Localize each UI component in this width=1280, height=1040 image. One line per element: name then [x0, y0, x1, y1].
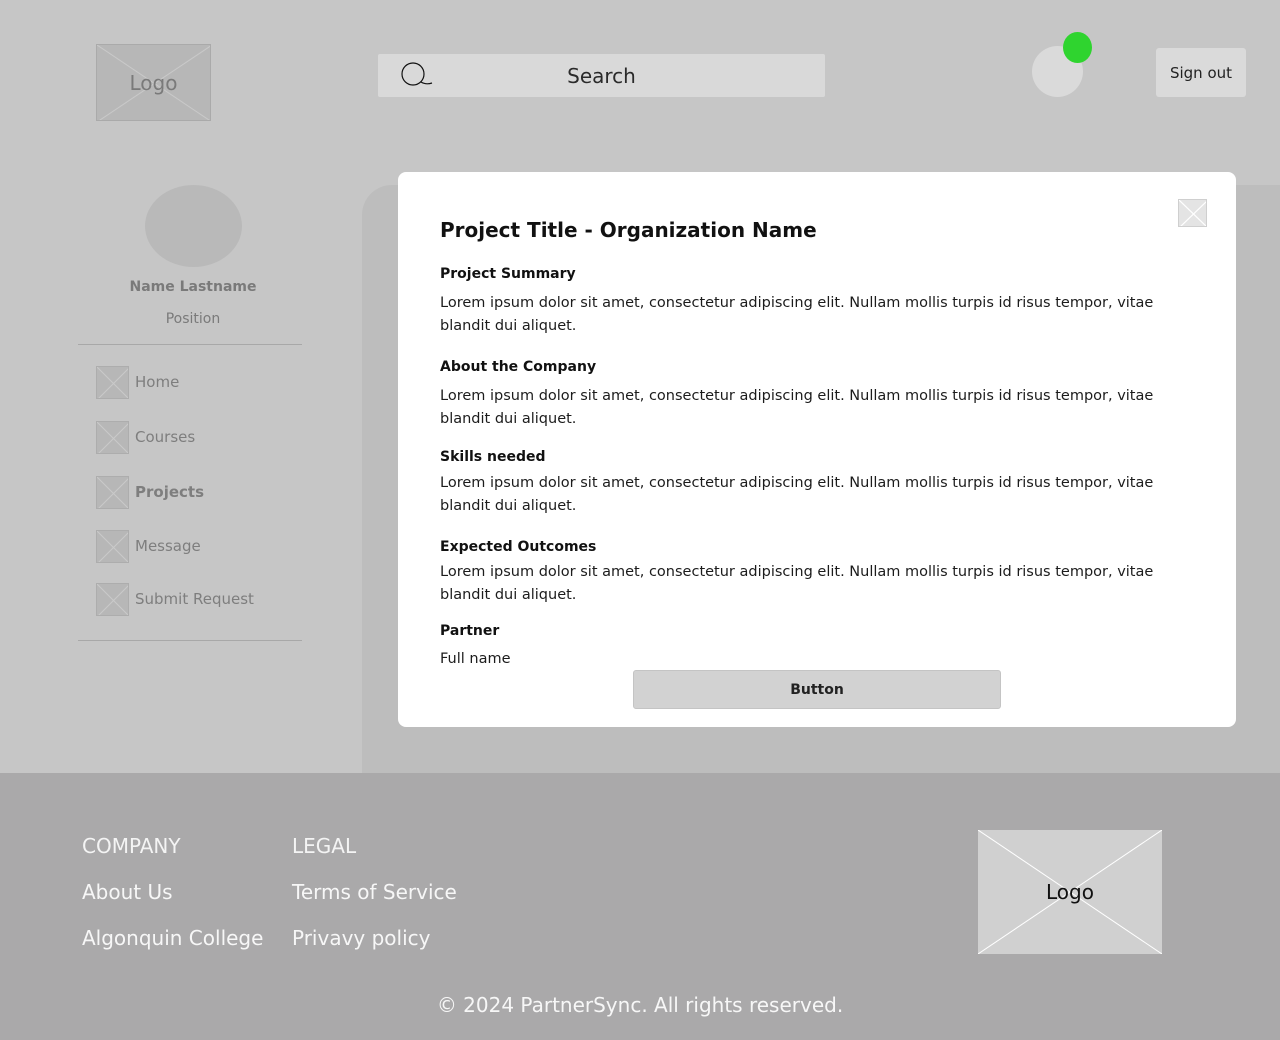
sidebar-item-label: Message [135, 537, 201, 555]
sidebar-item-label: Home [135, 373, 180, 391]
footer-link-terms[interactable]: Terms of Service [292, 880, 457, 904]
home-icon [96, 365, 129, 399]
submit-request-icon [96, 582, 129, 616]
footer: COMPANY About Us Algonquin College LEGAL… [0, 773, 1280, 1040]
sidebar-divider-top [78, 344, 302, 345]
partner-name: Full name [440, 651, 511, 667]
project-summary-heading: Project Summary [440, 266, 576, 282]
project-details-modal: Project Title - Organization Name Projec… [398, 172, 1236, 727]
expected-outcomes-text: Lorem ipsum dolor sit amet, consectetur … [440, 564, 1154, 603]
sidebar-item-submit-request[interactable]: Submit Request [96, 582, 254, 616]
modal-title: Project Title - Organization Name [440, 218, 817, 242]
sidebar-item-message[interactable]: Message [96, 529, 201, 563]
online-status-indicator [1063, 32, 1092, 63]
footer-link-algonquin-college[interactable]: Algonquin College [82, 926, 263, 950]
message-icon [96, 529, 129, 563]
footer-link-privacy[interactable]: Privavy policy [292, 926, 431, 950]
footer-logo-text: Logo [1046, 880, 1094, 904]
footer-link-about-us[interactable]: About Us [82, 880, 173, 904]
sidebar-item-projects[interactable]: Projects [96, 475, 204, 509]
sidebar-item-home[interactable]: Home [96, 365, 179, 399]
sidebar-item-label: Submit Request [135, 590, 254, 608]
projects-icon [96, 475, 129, 509]
header-logo[interactable]: Logo [96, 44, 211, 121]
footer-legal-heading: LEGAL [292, 834, 357, 858]
about-company-heading: About the Company [440, 359, 597, 375]
sidebar-divider-bottom [78, 640, 302, 641]
skills-needed-heading: Skills needed [440, 449, 546, 465]
close-icon[interactable] [1178, 199, 1207, 227]
sidebar-item-courses[interactable]: Courses [96, 420, 195, 454]
header-logo-text: Logo [129, 70, 178, 95]
sign-out-button[interactable]: Sign out [1156, 48, 1246, 97]
courses-icon [96, 420, 129, 454]
about-company-text: Lorem ipsum dolor sit amet, consectetur … [440, 388, 1154, 427]
footer-company-heading: COMPANY [82, 834, 181, 858]
partner-heading: Partner [440, 623, 500, 639]
profile-avatar [145, 185, 242, 267]
modal-action-button[interactable]: Button [633, 670, 1001, 709]
project-summary-text: Lorem ipsum dolor sit amet, consectetur … [440, 295, 1154, 334]
sidebar-item-label: Courses [135, 428, 196, 446]
footer-logo[interactable]: Logo [978, 830, 1162, 954]
copyright-text: © 2024 PartnerSync. All rights reserved. [436, 993, 844, 1017]
search-placeholder: Search [567, 64, 636, 88]
profile-name: Name Lastname [129, 279, 257, 295]
sidebar-item-label: Projects [135, 483, 205, 501]
expected-outcomes-heading: Expected Outcomes [440, 539, 597, 555]
skills-needed-text: Lorem ipsum dolor sit amet, consectetur … [440, 475, 1154, 514]
search-input[interactable]: Search [378, 54, 825, 97]
profile-position: Position [165, 311, 221, 327]
